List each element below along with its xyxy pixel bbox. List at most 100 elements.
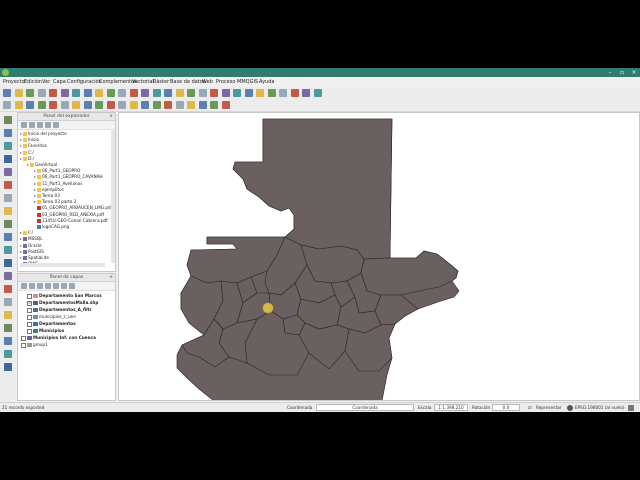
menu-vectorial[interactable]: Vectorial <box>132 79 154 85</box>
layer-item[interactable]: group1 <box>21 342 48 348</box>
browser-item[interactable]: ▸ 11_Part1_Avellanos <box>34 181 82 186</box>
redo-icon[interactable] <box>129 101 138 109</box>
layer-visibility-checkbox[interactable] <box>27 314 32 320</box>
browser-item[interactable]: ▸ ejemplitos <box>34 187 64 192</box>
browser-horizontal-scrollbar[interactable] <box>20 263 105 267</box>
add-group-icon[interactable] <box>29 283 35 289</box>
browser-item[interactable]: ▸ F:/ <box>20 230 33 236</box>
add-wms-icon[interactable] <box>4 207 12 215</box>
delete-selected-icon[interactable] <box>72 101 80 109</box>
render-checkbox-icon[interactable]: ☑ <box>528 405 532 410</box>
maximize-icon[interactable]: ▫ <box>616 68 628 77</box>
undo-icon[interactable] <box>118 101 126 109</box>
text-annotation-icon[interactable] <box>302 89 310 97</box>
filter-legend-icon[interactable] <box>45 283 51 289</box>
expand-all-icon[interactable] <box>53 283 59 289</box>
gps-icon[interactable] <box>210 101 218 109</box>
crs-label[interactable]: EPSG:198001 (al vuelo) <box>575 405 625 410</box>
remove-layer-icon[interactable] <box>69 283 75 289</box>
map-tips-icon[interactable] <box>279 89 287 97</box>
layer-item[interactable]: Departamentos <box>27 321 76 327</box>
python-icon[interactable] <box>4 350 12 358</box>
add-feature-icon[interactable] <box>37 101 46 109</box>
layer-visibility-checkbox[interactable] <box>21 335 26 341</box>
pan-to-selection-icon[interactable] <box>83 89 92 97</box>
copy-features-icon[interactable] <box>95 101 103 109</box>
identify-icon[interactable] <box>198 89 207 97</box>
menu-capa[interactable]: Capa <box>53 79 66 85</box>
new-spatialite-icon[interactable] <box>4 285 12 293</box>
add-wcs-icon[interactable] <box>4 220 12 228</box>
browser-item[interactable]: 03_GEOPRO_RED_ANEXIA.pdf <box>34 212 104 217</box>
measure-icon[interactable] <box>267 89 276 97</box>
style-icon[interactable] <box>4 363 12 371</box>
layer-visibility-checkbox[interactable] <box>27 307 32 313</box>
browser-item[interactable]: ▸ Favoritos <box>20 143 47 149</box>
pan-icon[interactable] <box>72 89 80 97</box>
map-canvas[interactable] <box>118 112 640 401</box>
add-oracle-icon[interactable] <box>4 181 12 189</box>
layer-visibility-checkbox[interactable] <box>27 293 32 299</box>
filter-icon[interactable] <box>37 122 43 128</box>
layer-item[interactable]: Municipios Inf. con Cuenca <box>21 335 96 341</box>
open-styling-icon[interactable] <box>21 283 27 289</box>
add-xyz-icon[interactable] <box>4 337 12 345</box>
crs-globe-icon[interactable] <box>567 405 573 411</box>
layer-item[interactable]: municipios_c_unir <box>27 314 76 320</box>
menu-raster[interactable]: Ráster <box>153 79 169 85</box>
browser-item[interactable]: ▸ Oracle <box>20 243 42 248</box>
collapse-all-icon[interactable] <box>45 122 51 128</box>
menu-mmqgis[interactable]: MMQGIS <box>237 79 258 85</box>
browser-item[interactable]: ▸ MSSQL <box>20 236 43 242</box>
new-shapefile-icon[interactable] <box>4 272 12 280</box>
layer-visibility-checkbox[interactable] <box>21 342 26 348</box>
close-icon[interactable]: × <box>628 68 640 77</box>
menu-proyecto[interactable]: Proyecto <box>3 79 25 85</box>
close-panel-icon[interactable]: × <box>109 274 113 281</box>
coordinate-field[interactable]: Coordenada <box>316 404 414 411</box>
node-tool-icon[interactable] <box>60 101 69 109</box>
menu-configuracion[interactable]: Configuración <box>67 79 102 85</box>
plugin-icon[interactable] <box>221 101 230 109</box>
rotate-label-icon[interactable] <box>187 101 195 109</box>
new-temp-layer-icon[interactable] <box>4 311 12 319</box>
layer-item[interactable]: Departamento San Marcos <box>27 293 102 299</box>
select-icon[interactable] <box>210 89 218 97</box>
layout-manager-icon[interactable] <box>60 89 69 97</box>
add-virtual-layer-icon[interactable] <box>4 259 12 267</box>
collapse-all-icon[interactable] <box>61 283 67 289</box>
zoom-out-icon[interactable] <box>106 89 115 97</box>
minimize-icon[interactable]: – <box>604 68 616 77</box>
browser-item[interactable]: ▸ D:/ <box>20 156 34 161</box>
add-selected-layers-icon[interactable] <box>21 122 27 128</box>
toggle-editing-icon[interactable] <box>14 101 23 109</box>
rotation-field[interactable]: 0.0 <box>492 404 520 411</box>
browser-item[interactable]: ▸ C:/ <box>20 150 34 155</box>
zoom-in-icon[interactable] <box>95 89 103 97</box>
layer-visibility-checkbox[interactable]: ✕ <box>27 300 32 306</box>
label-icon[interactable] <box>141 101 149 109</box>
cut-features-icon[interactable] <box>83 101 92 109</box>
zoom-layer-icon[interactable] <box>129 89 138 97</box>
add-mssql-icon[interactable] <box>4 168 12 176</box>
browser-item[interactable]: ▸ GeoVirtual <box>27 162 57 167</box>
browser-vertical-scrollbar[interactable] <box>111 129 115 263</box>
menu-ver[interactable]: Ver <box>42 79 50 85</box>
zoom-selection-icon[interactable] <box>141 89 149 97</box>
menu-base-de-datos[interactable]: Base de datos <box>170 79 205 85</box>
browser-item[interactable]: 1345U-GEO-Conan Cabrera.pdf <box>34 218 108 223</box>
browser-item[interactable]: ▸ 06_Part1_GEOPRO_CAVANAH <box>34 174 103 180</box>
menu-ayuda[interactable]: Ayuda <box>259 79 274 85</box>
move-feature-icon[interactable] <box>49 101 57 109</box>
save-edits-icon[interactable] <box>26 101 34 109</box>
layer-item[interactable]: Departamentos_A_filtr <box>27 307 92 313</box>
add-spatialite-icon[interactable] <box>4 142 12 150</box>
layer-visibility-checkbox[interactable] <box>27 328 32 334</box>
show-labels-icon[interactable] <box>164 101 172 109</box>
add-vector-layer-icon[interactable] <box>4 116 12 124</box>
menu-proceso[interactable]: Proceso <box>216 79 235 85</box>
browser-item[interactable]: ▸ Inicio del proyecto <box>20 131 67 136</box>
zoom-last-icon[interactable] <box>152 89 161 97</box>
browser-item[interactable]: ▸ SpatiaLite <box>20 255 49 260</box>
refresh-icon[interactable] <box>187 89 195 97</box>
